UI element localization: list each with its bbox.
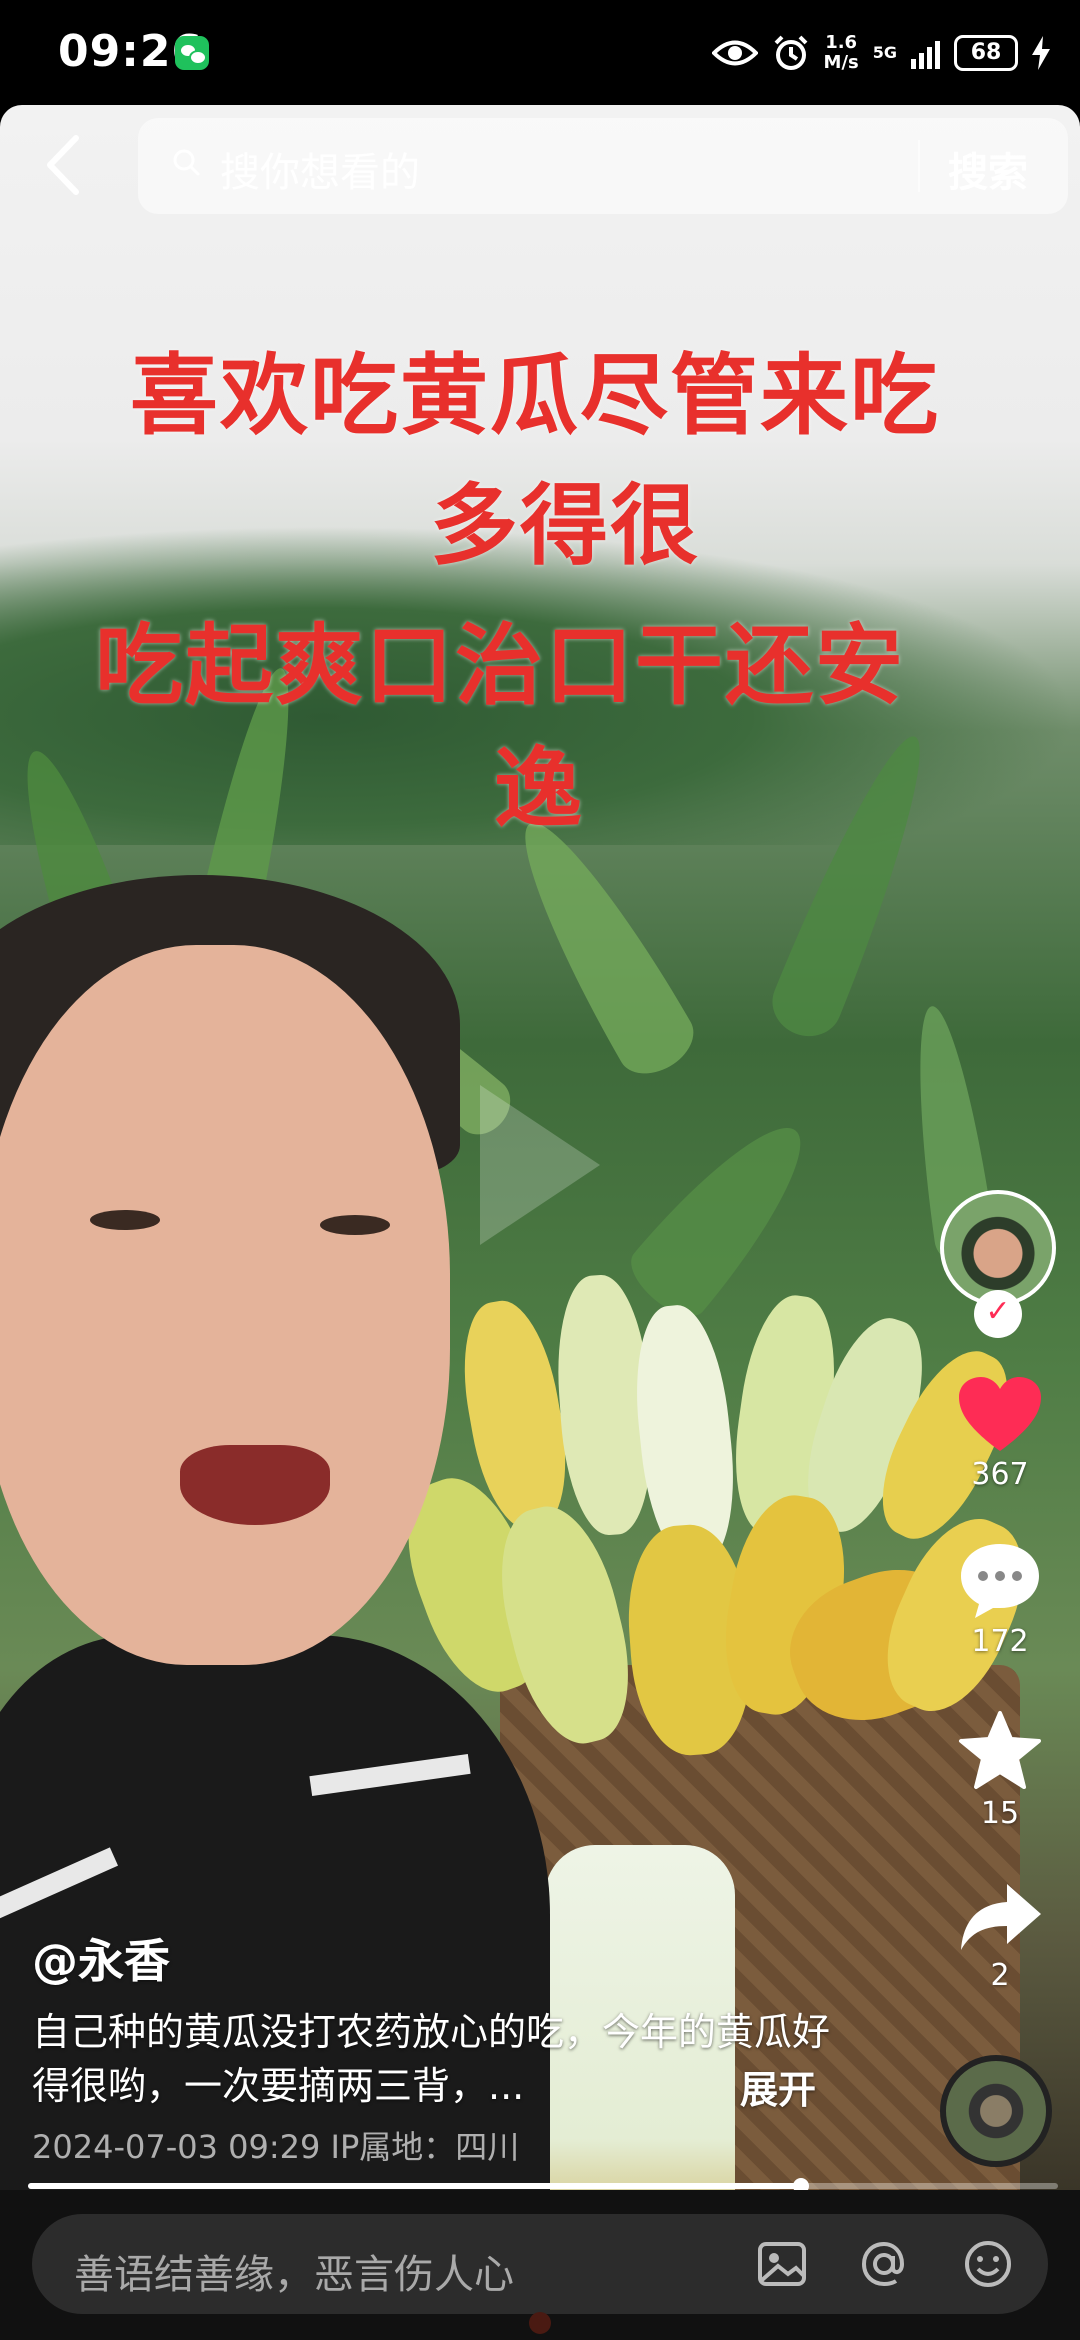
at-icon[interactable]: [854, 2234, 914, 2294]
chevron-left-icon: [47, 135, 79, 195]
comment-input[interactable]: 善语结善缘，恶言伤人心: [32, 2214, 1048, 2314]
like-button[interactable]: 367: [940, 1375, 1060, 1492]
author-name[interactable]: @永香: [32, 1925, 170, 1991]
share-button[interactable]: 2: [940, 1880, 1060, 1993]
video-player[interactable]: 喜欢吃黄瓜尽管来吃 多得很 吃起爽口治口干还安 逸: [0, 105, 1080, 2190]
author-avatar[interactable]: [940, 1190, 1056, 1306]
favorite-count: 15: [980, 1796, 1020, 1831]
comment-bubble-icon: [961, 1544, 1039, 1618]
star-icon: [959, 1711, 1041, 1789]
share-arrow-icon: [961, 1884, 1041, 1950]
progress-fill: [28, 2183, 801, 2189]
playback-progress-bar[interactable]: [28, 2178, 1058, 2194]
wechat-notification-icon: [175, 36, 209, 70]
alarm-icon: [774, 35, 807, 70]
person-face: [0, 945, 450, 1665]
expand-button[interactable]: 展开: [740, 2059, 816, 2114]
share-count: 2: [990, 1958, 1010, 1993]
image-icon[interactable]: [752, 2234, 812, 2294]
comment-bar: 善语结善缘，恶言伤人心: [0, 2190, 1080, 2340]
search-bar[interactable]: 搜你想看的 搜索: [138, 118, 1068, 214]
overlay-text-line-2: 多得很: [430, 474, 701, 577]
battery-indicator: 68: [954, 35, 1018, 71]
heart-icon: [959, 1377, 1041, 1451]
post-meta: 2024-07-03 09:29 IP属地：四川: [32, 2122, 519, 2168]
overlay-text-line-1: 喜欢吃黄瓜尽管来吃: [130, 344, 941, 447]
status-icons: 1.6 M/s 5G 68: [711, 28, 1050, 78]
eye-icon: [711, 40, 758, 66]
play-icon: [480, 1085, 600, 1245]
overlay-text-line-4: 逸: [494, 737, 585, 840]
emoji-icon[interactable]: [958, 2234, 1018, 2294]
search-icon: [173, 149, 200, 176]
video-description[interactable]: 自己种的黄瓜没打农药放心的吃，今年的黄瓜好得很哟，一次要摘两三背，...: [32, 2005, 832, 2113]
back-button[interactable]: [38, 130, 88, 200]
home-indicator-icon: [529, 2312, 551, 2334]
follow-check-icon[interactable]: [974, 1290, 1022, 1338]
music-disc-icon[interactable]: [940, 2055, 1052, 2167]
favorite-button[interactable]: 15: [940, 1710, 1060, 1831]
comment-count: 172: [971, 1624, 1029, 1659]
ip-location: IP属地：四川: [330, 2128, 520, 2166]
search-input[interactable]: 搜你想看的: [220, 140, 420, 198]
comment-button[interactable]: 172: [940, 1540, 1060, 1659]
search-button[interactable]: 搜索: [948, 140, 1028, 198]
overlay-text-line-3: 吃起爽口治口干还安: [95, 614, 906, 717]
signal-icon: [911, 37, 940, 69]
comment-placeholder: 善语结善缘，恶言伤人心: [74, 2252, 514, 2298]
network-type: 5G: [872, 43, 897, 62]
status-bar: 09:26 1.6 M/s 5G 68: [0, 0, 1080, 105]
like-count: 367: [971, 1457, 1029, 1492]
charging-icon: [1032, 36, 1050, 70]
network-speed: 1.6 M/s: [823, 32, 859, 73]
post-timestamp: 2024-07-03 09:29: [32, 2128, 321, 2166]
